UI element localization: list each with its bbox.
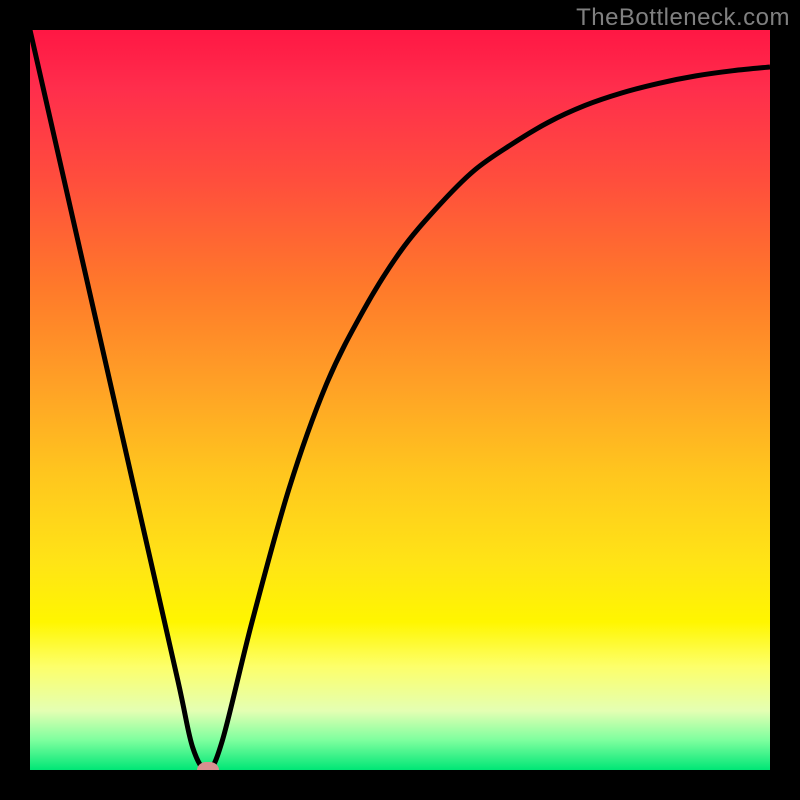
watermark-text: TheBottleneck.com (576, 4, 790, 32)
chart-frame: TheBottleneck.com (0, 0, 800, 800)
curve-svg (30, 30, 770, 770)
optimum-marker (197, 762, 219, 770)
bottleneck-curve (30, 30, 770, 770)
plot-area (30, 30, 770, 770)
